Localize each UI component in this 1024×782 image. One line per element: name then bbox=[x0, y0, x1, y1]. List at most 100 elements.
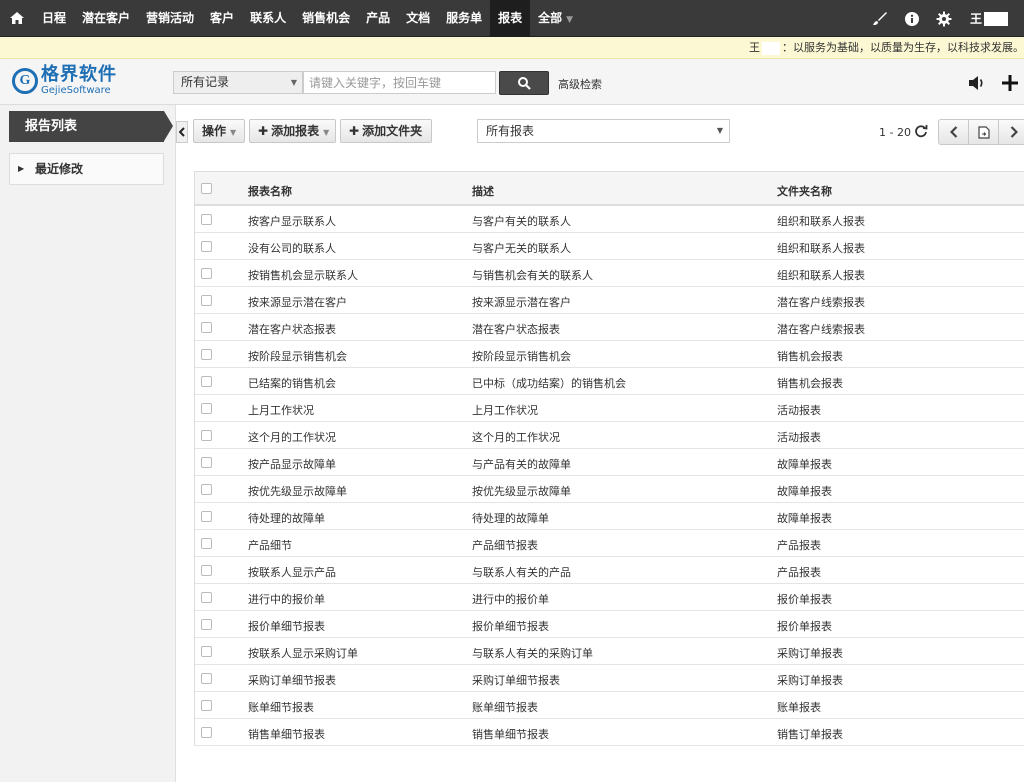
actions-dropdown-button[interactable]: 操作 ▼ bbox=[193, 119, 245, 143]
column-header-description[interactable]: 描述 bbox=[472, 183, 494, 199]
report-name-link[interactable]: 账单细节报表 bbox=[248, 699, 314, 715]
column-header-folder-name[interactable]: 文件夹名称 bbox=[777, 183, 832, 199]
nav-service-orders[interactable]: 服务单 bbox=[438, 0, 490, 37]
search-scope-select[interactable]: 所有记录 ▼ bbox=[173, 71, 303, 94]
report-name-link[interactable]: 没有公司的联系人 bbox=[248, 240, 336, 256]
report-name-link[interactable]: 采购订单细节报表 bbox=[248, 672, 336, 688]
row-checkbox[interactable] bbox=[201, 322, 212, 333]
table-row[interactable]: 报价单细节报表 报价单细节报表 报价单报表 bbox=[195, 611, 1024, 638]
report-filter-select[interactable]: 所有报表 ▼ bbox=[477, 119, 730, 143]
advanced-search-link[interactable]: 高级检索 bbox=[558, 76, 602, 92]
next-page-button[interactable] bbox=[999, 120, 1024, 144]
search-button[interactable] bbox=[499, 71, 549, 95]
add-folder-button[interactable]: ✚ 添加文件夹 bbox=[340, 119, 432, 143]
row-checkbox[interactable] bbox=[201, 430, 212, 441]
report-name-link[interactable]: 销售单细节报表 bbox=[248, 726, 325, 742]
table-row[interactable]: 已结案的销售机会 已中标（成功结案）的销售机会 销售机会报表 bbox=[195, 368, 1024, 395]
table-row[interactable]: 待处理的故障单 待处理的故障单 故障单报表 bbox=[195, 503, 1024, 530]
table-row[interactable]: 按客户显示联系人 与客户有关的联系人 组织和联系人报表 bbox=[195, 206, 1024, 233]
row-checkbox[interactable] bbox=[201, 646, 212, 657]
nav-campaigns[interactable]: 营销活动 bbox=[138, 0, 202, 37]
company-logo[interactable]: G 格界软件 GejieSoftware bbox=[12, 65, 117, 96]
speaker-icon[interactable] bbox=[965, 71, 989, 95]
report-name-link[interactable]: 按客户显示联系人 bbox=[248, 213, 336, 229]
collapse-sidebar-button[interactable] bbox=[176, 121, 188, 143]
row-checkbox[interactable] bbox=[201, 484, 212, 495]
column-header-report-name[interactable]: 报表名称 bbox=[248, 183, 292, 199]
report-name-link[interactable]: 上月工作状况 bbox=[248, 402, 314, 418]
nav-contacts[interactable]: 联系人 bbox=[242, 0, 294, 37]
home-icon[interactable] bbox=[0, 0, 34, 37]
row-checkbox[interactable] bbox=[201, 619, 212, 630]
report-name-link[interactable]: 按销售机会显示联系人 bbox=[248, 267, 358, 283]
nav-all[interactable]: 全部 ▼ bbox=[530, 0, 581, 37]
nav-leads[interactable]: 潜在客户 bbox=[74, 0, 138, 37]
nav-reports[interactable]: 报表 bbox=[490, 0, 531, 37]
select-all-checkbox[interactable] bbox=[201, 183, 212, 194]
row-checkbox[interactable] bbox=[201, 241, 212, 252]
search-input[interactable] bbox=[303, 71, 496, 94]
report-name-link[interactable]: 潜在客户状态报表 bbox=[248, 321, 336, 337]
row-checkbox[interactable] bbox=[201, 511, 212, 522]
report-description: 按优先级显示故障单 bbox=[472, 485, 571, 498]
table-row[interactable]: 产品细节 产品细节报表 产品报表 bbox=[195, 530, 1024, 557]
nav-products[interactable]: 产品 bbox=[358, 0, 398, 37]
nav-opportunities[interactable]: 销售机会 bbox=[294, 0, 358, 37]
row-checkbox[interactable] bbox=[201, 349, 212, 360]
row-checkbox[interactable] bbox=[201, 592, 212, 603]
row-checkbox[interactable] bbox=[201, 268, 212, 279]
table-row[interactable]: 这个月的工作状况 这个月的工作状况 活动报表 bbox=[195, 422, 1024, 449]
report-name-link[interactable]: 按阶段显示销售机会 bbox=[248, 348, 347, 364]
report-name-link[interactable]: 按优先级显示故障单 bbox=[248, 483, 347, 499]
info-icon[interactable] bbox=[896, 0, 928, 37]
table-row[interactable]: 潜在客户状态报表 潜在客户状态报表 潜在客户线索报表 bbox=[195, 314, 1024, 341]
table-row[interactable]: 按联系人显示产品 与联系人有关的产品 产品报表 bbox=[195, 557, 1024, 584]
report-name-link[interactable]: 进行中的报价单 bbox=[248, 591, 325, 607]
report-name-link[interactable]: 报价单细节报表 bbox=[248, 618, 325, 634]
row-checkbox[interactable] bbox=[201, 565, 212, 576]
nav-documents[interactable]: 文档 bbox=[398, 0, 438, 37]
row-checkbox[interactable] bbox=[201, 538, 212, 549]
report-name-link[interactable]: 按联系人显示采购订单 bbox=[248, 645, 358, 661]
table-row[interactable]: 没有公司的联系人 与客户无关的联系人 组织和联系人报表 bbox=[195, 233, 1024, 260]
table-row[interactable]: 上月工作状况 上月工作状况 活动报表 bbox=[195, 395, 1024, 422]
report-name-link[interactable]: 这个月的工作状况 bbox=[248, 429, 336, 445]
report-description: 产品细节报表 bbox=[472, 539, 538, 552]
report-description: 报价单细节报表 bbox=[472, 620, 549, 633]
table-row[interactable]: 按来源显示潜在客户 按来源显示潜在客户 潜在客户线索报表 bbox=[195, 287, 1024, 314]
row-checkbox[interactable] bbox=[201, 673, 212, 684]
table-row[interactable]: 按优先级显示故障单 按优先级显示故障单 故障单报表 bbox=[195, 476, 1024, 503]
plus-icon[interactable] bbox=[998, 71, 1022, 95]
paintbrush-icon[interactable] bbox=[864, 0, 896, 37]
jump-to-page-button[interactable] bbox=[969, 120, 999, 144]
previous-page-button[interactable] bbox=[939, 120, 969, 144]
table-row[interactable]: 按阶段显示销售机会 按阶段显示销售机会 销售机会报表 bbox=[195, 341, 1024, 368]
row-checkbox[interactable] bbox=[201, 457, 212, 468]
table-row[interactable]: 按销售机会显示联系人 与销售机会有关的联系人 组织和联系人报表 bbox=[195, 260, 1024, 287]
row-checkbox[interactable] bbox=[201, 295, 212, 306]
table-row[interactable]: 按联系人显示采购订单 与联系人有关的采购订单 采购订单报表 bbox=[195, 638, 1024, 665]
gear-icon[interactable] bbox=[928, 0, 960, 37]
user-menu[interactable]: 王 bbox=[960, 10, 1024, 27]
report-name-link[interactable]: 按联系人显示产品 bbox=[248, 564, 336, 580]
nav-accounts[interactable]: 客户 bbox=[202, 0, 242, 37]
report-name-link[interactable]: 待处理的故障单 bbox=[248, 510, 325, 526]
report-name-link[interactable]: 已结案的销售机会 bbox=[248, 375, 336, 391]
table-row[interactable]: 采购订单细节报表 采购订单细节报表 采购订单报表 bbox=[195, 665, 1024, 692]
table-row[interactable]: 销售单细节报表 销售单细节报表 销售订单报表 bbox=[195, 719, 1024, 746]
sidebar-item-recent[interactable]: ▶ 最近修改 bbox=[9, 153, 164, 185]
table-row[interactable]: 进行中的报价单 进行中的报价单 报价单报表 bbox=[195, 584, 1024, 611]
row-checkbox[interactable] bbox=[201, 376, 212, 387]
row-checkbox[interactable] bbox=[201, 727, 212, 738]
row-checkbox[interactable] bbox=[201, 403, 212, 414]
report-name-link[interactable]: 产品细节 bbox=[248, 537, 292, 553]
report-name-link[interactable]: 按产品显示故障单 bbox=[248, 456, 336, 472]
table-row[interactable]: 账单细节报表 账单细节报表 账单报表 bbox=[195, 692, 1024, 719]
table-row[interactable]: 按产品显示故障单 与产品有关的故障单 故障单报表 bbox=[195, 449, 1024, 476]
refresh-icon[interactable] bbox=[912, 122, 930, 140]
nav-schedule[interactable]: 日程 bbox=[34, 0, 74, 37]
row-checkbox[interactable] bbox=[201, 214, 212, 225]
row-checkbox[interactable] bbox=[201, 700, 212, 711]
add-report-button[interactable]: ✚ 添加报表 ▼ bbox=[249, 119, 336, 143]
report-name-link[interactable]: 按来源显示潜在客户 bbox=[248, 294, 347, 310]
